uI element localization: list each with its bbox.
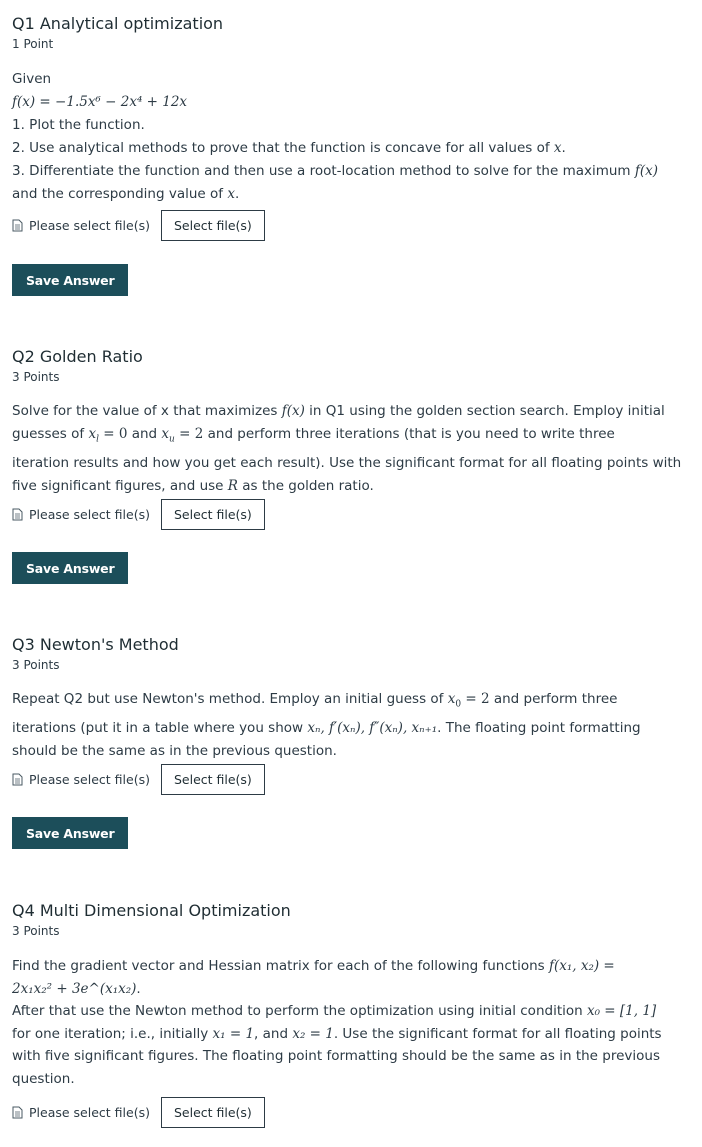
q1-heading: Q1 Analytical optimization xyxy=(12,14,224,33)
upload-label: Please select file(s) xyxy=(29,771,150,787)
q2-line2: guesses of xl = 0 and xu = 2 and perform… xyxy=(12,426,615,445)
select-files-button[interactable]: Select file(s) xyxy=(160,763,265,795)
q1-item2: 2. Use analytical methods to prove that … xyxy=(12,140,566,156)
q4-heading: Q4 Multi Dimensional Optimization xyxy=(12,901,291,920)
file-icon xyxy=(12,773,23,785)
q4-line5: with five significant figures. The float… xyxy=(12,1048,660,1064)
file-icon xyxy=(12,219,23,231)
select-files-button[interactable]: Select file(s) xyxy=(160,498,265,530)
upload-label: Please select file(s) xyxy=(29,506,150,522)
q2-upload-row: Please select file(s) Select file(s) xyxy=(12,498,265,530)
q3-upload-row: Please select file(s) Select file(s) xyxy=(12,763,265,795)
q3-body: Repeat Q2 but use Newton's method. Emplo… xyxy=(12,688,692,763)
save-answer-button[interactable]: Save Answer xyxy=(12,817,129,849)
q4-title: Q4 Multi Dimensional Optimization 3 Poin… xyxy=(12,901,291,939)
q1-item1: 1. Plot the function. xyxy=(12,117,145,133)
q3-heading: Q3 Newton's Method xyxy=(12,635,179,654)
q3-line1: Repeat Q2 but use Newton's method. Emplo… xyxy=(12,691,618,710)
q2-heading: Q2 Golden Ratio xyxy=(12,347,143,366)
q1-function: f(x) = −1.5x⁶ − 2x⁴ + 12x xyxy=(12,94,188,110)
q1-body: Given f(x) = −1.5x⁶ − 2x⁴ + 12x 1. Plot … xyxy=(12,68,692,206)
q1-given: Given xyxy=(12,71,52,87)
file-icon xyxy=(12,1106,23,1118)
q3-points: 3 Points xyxy=(12,658,60,672)
q2-line1: Solve for the value of x that maximizes … xyxy=(12,403,665,419)
upload-label: Please select file(s) xyxy=(29,217,150,233)
q3-line2: iterations (put it in a table where you … xyxy=(12,719,641,736)
q4-line2: 2x₁x₂² + 3e^(x₁x₂). xyxy=(12,980,141,997)
file-icon xyxy=(12,508,23,520)
q1-title: Q1 Analytical optimization 1 Point xyxy=(12,14,223,52)
q3-title: Q3 Newton's Method 3 Points xyxy=(12,635,179,673)
q1-item3: 3. Differentiate the function and then u… xyxy=(12,163,659,179)
q4-line1: Find the gradient vector and Hessian mat… xyxy=(12,958,615,974)
q4-body: Find the gradient vector and Hessian mat… xyxy=(12,955,692,1090)
q4-upload-row: Please select file(s) Select file(s) xyxy=(12,1096,265,1128)
upload-label: Please select file(s) xyxy=(29,1104,150,1120)
q3-line3: should be the same as in the previous qu… xyxy=(12,742,337,759)
q4-points: 3 Points xyxy=(12,924,60,938)
save-answer-button[interactable]: Save Answer xyxy=(12,552,129,584)
q2-points: 3 Points xyxy=(12,370,60,384)
q1-item3-cont: and the corresponding value of x. xyxy=(12,186,240,202)
q2-body: Solve for the value of x that maximizes … xyxy=(12,400,692,498)
q4-line4: for one iteration; i.e., initially x₁ = … xyxy=(12,1025,662,1042)
q1-points: 1 Point xyxy=(12,37,54,51)
q4-line6: question. xyxy=(12,1070,75,1087)
q2-line4: five significant figures, and use R as t… xyxy=(12,477,374,494)
q2-title: Q2 Golden Ratio 3 Points xyxy=(12,347,143,385)
q1-upload-row: Please select file(s) Select file(s) xyxy=(12,209,265,241)
select-files-button[interactable]: Select file(s) xyxy=(160,209,265,241)
q4-line3: After that use the Newton method to perf… xyxy=(12,1003,657,1019)
q2-line3: iteration results and how you get each r… xyxy=(12,454,682,471)
select-files-button[interactable]: Select file(s) xyxy=(160,1096,265,1128)
save-answer-button[interactable]: Save Answer xyxy=(12,264,129,296)
